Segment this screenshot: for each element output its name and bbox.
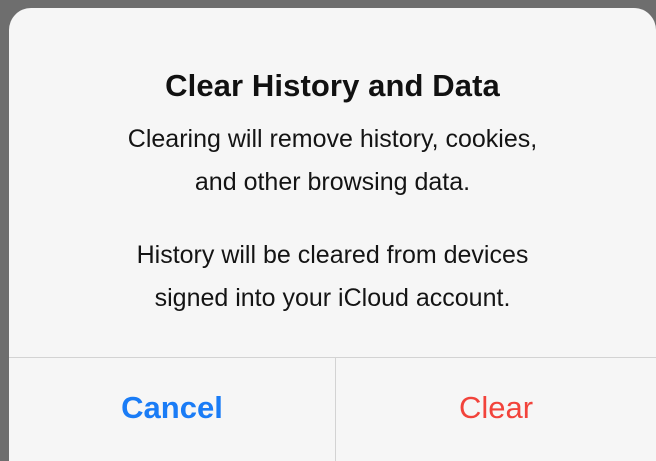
- alert-title: Clear History and Data: [165, 68, 500, 103]
- cancel-button[interactable]: Cancel: [9, 358, 335, 461]
- clear-button-label: Clear: [458, 389, 534, 425]
- alert-message-line: History will be cleared from devices: [136, 241, 529, 269]
- alert-message-paragraph-2: History will be cleared from devices sig…: [9, 234, 656, 320]
- alert-message-line: signed into your iCloud account.: [154, 284, 511, 312]
- cancel-button-label: Cancel: [121, 389, 223, 425]
- clear-button[interactable]: Clear: [336, 358, 656, 461]
- alert-message-line: and other browsing data.: [194, 168, 471, 196]
- alert-message-paragraph-1: Clearing will remove history, cookies, a…: [9, 118, 656, 204]
- alert-message-line: Clearing will remove history, cookies,: [127, 125, 538, 153]
- clear-history-alert: Clear History and Data Clearing will rem…: [9, 8, 656, 461]
